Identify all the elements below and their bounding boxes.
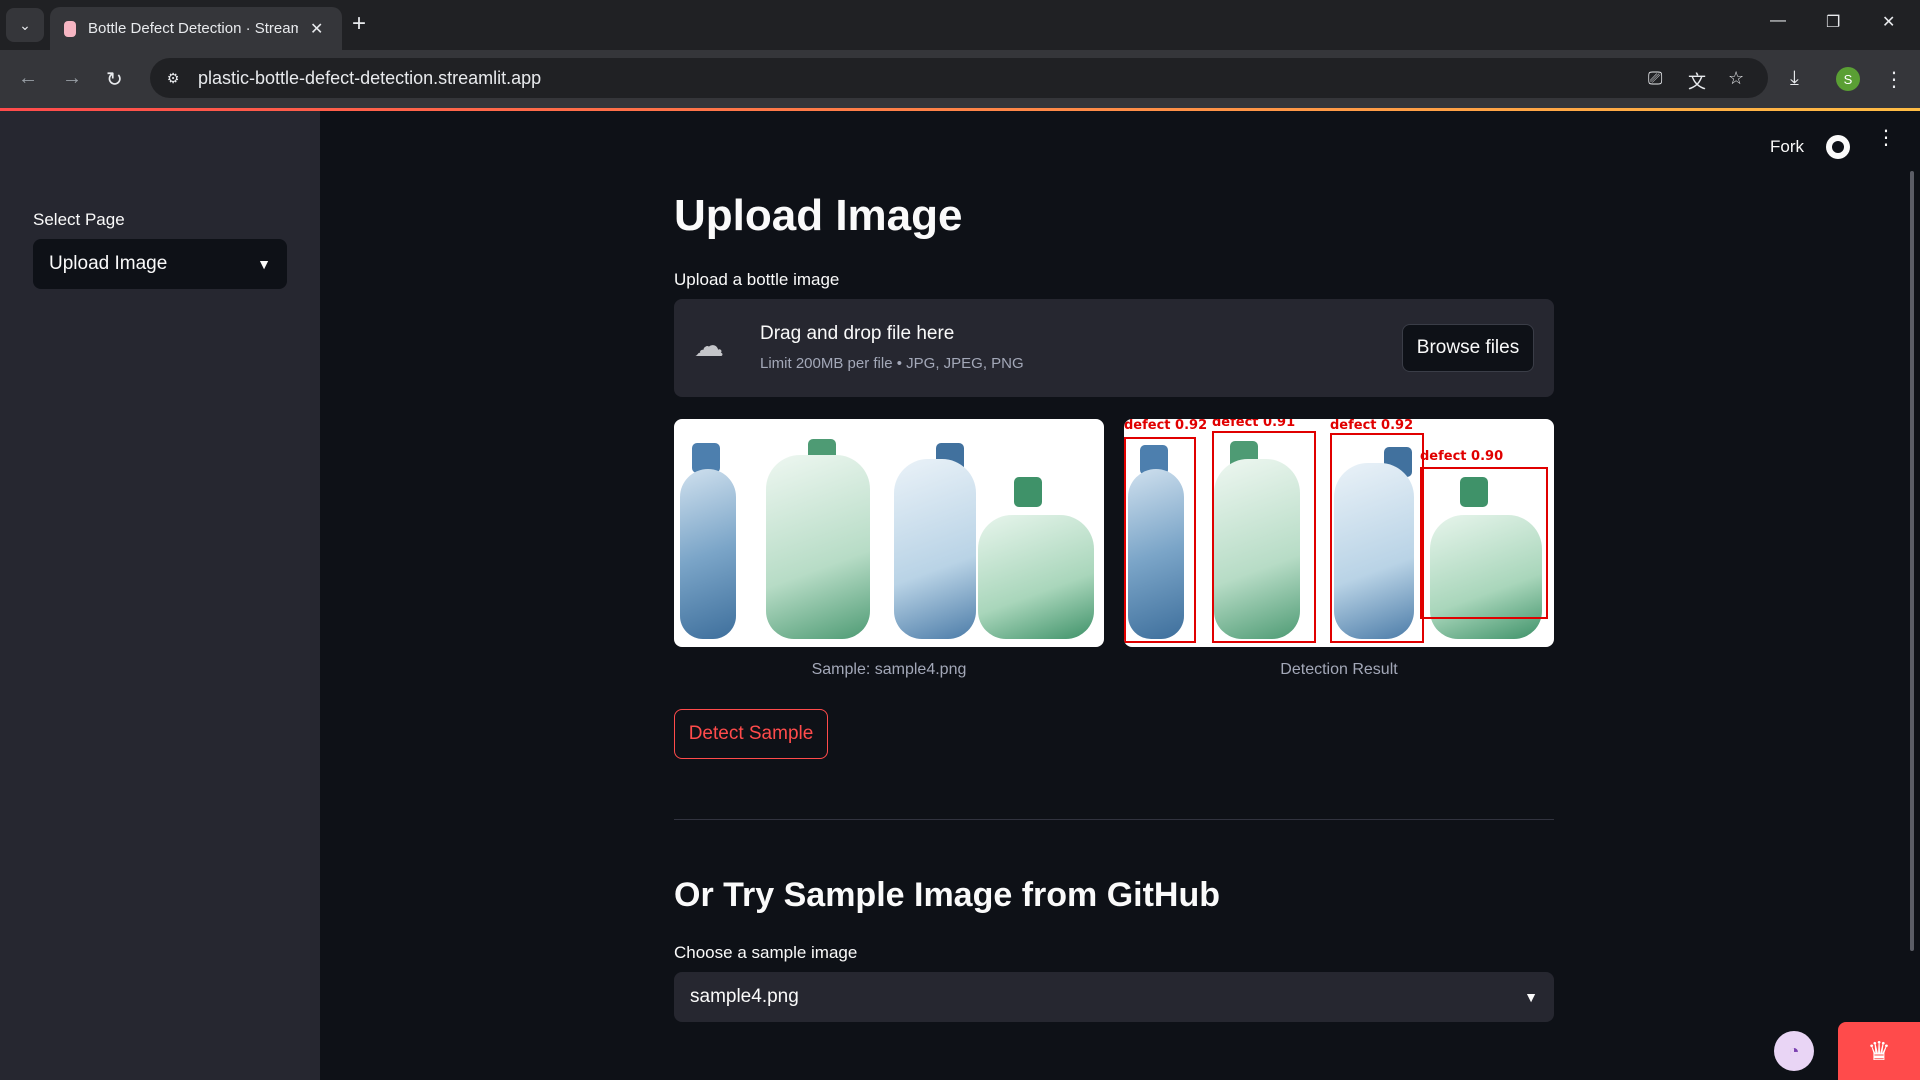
page-title: Upload Image xyxy=(674,191,963,240)
select-page-dropdown[interactable]: Upload Image ▼ xyxy=(33,239,287,289)
browse-files-button[interactable]: Browse files xyxy=(1402,324,1534,372)
tab-search-button[interactable]: ⌄ xyxy=(6,8,44,42)
detect-sample-button[interactable]: Detect Sample xyxy=(674,709,828,759)
sample-image-dropdown[interactable]: sample4.png ▼ xyxy=(674,972,1554,1022)
scrollbar[interactable] xyxy=(1910,171,1914,951)
browser-toolbar: ← → ↻ ⚙ plastic-bottle-defect-detection.… xyxy=(0,50,1920,108)
browser-menu-icon[interactable]: ⋮ xyxy=(1884,67,1904,92)
cloud-upload-icon: ☁ xyxy=(694,330,724,363)
restore-icon[interactable]: ❐ xyxy=(1826,12,1840,32)
detection-label-1: defect 0.92 xyxy=(1124,419,1208,433)
chevron-down-icon: ▼ xyxy=(1524,989,1538,1005)
result-caption: Detection Result xyxy=(1280,661,1398,678)
install-app-icon[interactable]: ⎚ xyxy=(1648,68,1662,89)
chevron-down-icon: ▼ xyxy=(257,256,271,272)
detection-box-4 xyxy=(1420,467,1548,619)
detection-result-image: defect 0.92 defect 0.91 defect 0.92 defe… xyxy=(1124,419,1554,647)
sample-image xyxy=(674,419,1104,647)
select-page-value: Upload Image xyxy=(49,253,168,274)
forward-icon[interactable]: → xyxy=(62,67,82,90)
bookmark-star-icon[interactable]: ☆ xyxy=(1728,68,1744,89)
main-content: Fork ⋮ Upload Image Upload a bottle imag… xyxy=(320,111,1920,1080)
browser-tab[interactable]: Bottle Defect Detection · Streamlit ✕ xyxy=(50,7,342,50)
streamlit-crown-icon[interactable]: ♛ xyxy=(1838,1022,1920,1080)
detection-box-2 xyxy=(1212,431,1316,643)
reload-icon[interactable]: ↻ xyxy=(106,67,123,92)
dropzone-limit: Limit 200MB per file • JPG, JPEG, PNG xyxy=(760,355,1024,372)
upload-label: Upload a bottle image xyxy=(674,270,840,289)
divider xyxy=(674,819,1554,820)
github-icon[interactable] xyxy=(1826,135,1850,159)
site-info-icon[interactable]: ⚙ xyxy=(162,67,184,89)
fork-button[interactable]: Fork xyxy=(1770,137,1804,157)
detection-label-4: defect 0.90 xyxy=(1420,449,1504,464)
download-icon[interactable]: ⤓ xyxy=(1790,67,1799,90)
detection-label-2: defect 0.91 xyxy=(1212,419,1296,430)
close-tab-icon[interactable]: ✕ xyxy=(310,19,323,39)
sample-select-label: Choose a sample image xyxy=(674,943,858,962)
assistant-avatar-icon[interactable]: ◔ xyxy=(1774,1031,1814,1071)
new-tab-icon[interactable]: + xyxy=(352,11,366,37)
window-close-icon[interactable]: ✕ xyxy=(1882,12,1895,32)
file-dropzone[interactable]: ☁ Drag and drop file here Limit 200MB pe… xyxy=(674,299,1554,397)
detection-box-3 xyxy=(1330,433,1424,643)
browser-tab-bar: ⌄ Bottle Defect Detection · Streamlit ✕ … xyxy=(0,0,1920,50)
sample-caption: Sample: sample4.png xyxy=(811,661,967,678)
tab-title: Bottle Defect Detection · Streamlit xyxy=(88,20,298,37)
app-menu-icon[interactable]: ⋮ xyxy=(1876,128,1896,148)
translate-icon[interactable]: 文 xyxy=(1688,68,1706,94)
sample-select-value: sample4.png xyxy=(690,986,799,1007)
dropzone-title: Drag and drop file here xyxy=(760,323,955,344)
select-page-label: Select Page xyxy=(33,210,125,229)
minimize-icon[interactable]: — xyxy=(1770,12,1786,30)
detection-label-3: defect 0.92 xyxy=(1330,419,1414,433)
detection-box-1 xyxy=(1124,437,1196,643)
address-bar[interactable]: ⚙ plastic-bottle-defect-detection.stream… xyxy=(150,58,1768,98)
profile-avatar[interactable]: S xyxy=(1836,67,1860,91)
url-text: plastic-bottle-defect-detection.streamli… xyxy=(198,67,542,88)
sidebar: Select Page Upload Image ▼ xyxy=(0,111,320,1080)
bottle-favicon-icon xyxy=(64,20,76,37)
back-icon[interactable]: ← xyxy=(18,67,38,90)
section-title: Or Try Sample Image from GitHub xyxy=(674,876,1221,914)
